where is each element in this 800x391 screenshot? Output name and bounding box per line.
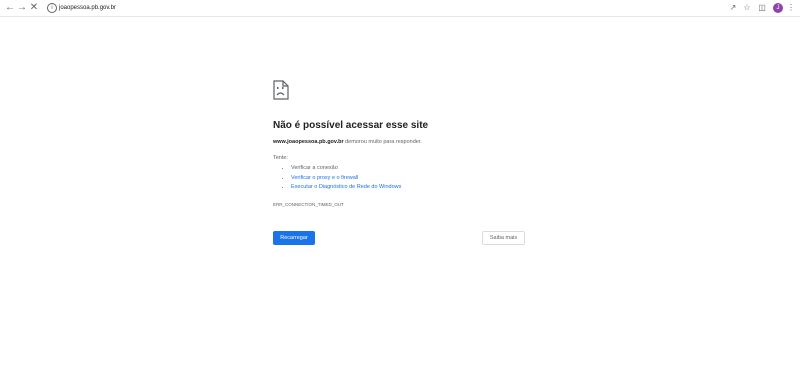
forward-button[interactable]: → <box>16 2 28 14</box>
side-panel-icon[interactable]: ◫ <box>757 2 767 14</box>
suggestion-item: Executar o Diagnóstico de Rede do Window… <box>291 183 401 193</box>
stop-button[interactable]: ✕ <box>28 2 40 14</box>
details-button[interactable]: Saiba mais <box>482 231 525 245</box>
address-bar[interactable]: i joaopessoa.pb.gov.br <box>44 2 794 14</box>
suggestions-list: Verificar a conexão Verificar o proxy e … <box>273 164 401 193</box>
host-name: www.joaopessoa.pb.gov.br <box>273 139 344 145</box>
suggestion-item: Verificar a conexão <box>291 164 401 174</box>
share-icon[interactable]: ↗ <box>728 2 738 14</box>
sad-page-icon <box>273 80 289 100</box>
star-icon[interactable]: ☆ <box>742 2 752 14</box>
error-description: www.joaopessoa.pb.gov.br demorou muito p… <box>273 139 422 145</box>
suggestion-item: Verificar o proxy e o firewall <box>291 174 401 184</box>
info-icon[interactable]: i <box>47 3 57 13</box>
suggestion-network-diagnostics-link[interactable]: Executar o Diagnóstico de Rede do Window… <box>291 184 401 190</box>
url-text[interactable]: joaopessoa.pb.gov.br <box>59 2 116 14</box>
menu-icon[interactable]: ⋮ <box>786 2 796 14</box>
browser-toolbar: ← → ✕ i joaopessoa.pb.gov.br ↗ ☆ ◫ J ⋮ <box>0 0 800 17</box>
profile-avatar[interactable]: J <box>773 3 783 13</box>
error-code: ERR_CONNECTION_TIMED_OUT <box>273 202 344 207</box>
back-button[interactable]: ← <box>4 2 16 14</box>
suggestion-check-connection: Verificar a conexão <box>291 165 338 171</box>
reload-button[interactable]: Recarregar <box>273 231 315 245</box>
description-text: demorou muito para responder. <box>343 139 422 145</box>
suggestion-check-proxy-link[interactable]: Verificar o proxy e o firewall <box>291 175 358 181</box>
suggestions-label: Tente: <box>273 155 288 161</box>
page-title: Não é possível acessar esse site <box>273 120 429 131</box>
